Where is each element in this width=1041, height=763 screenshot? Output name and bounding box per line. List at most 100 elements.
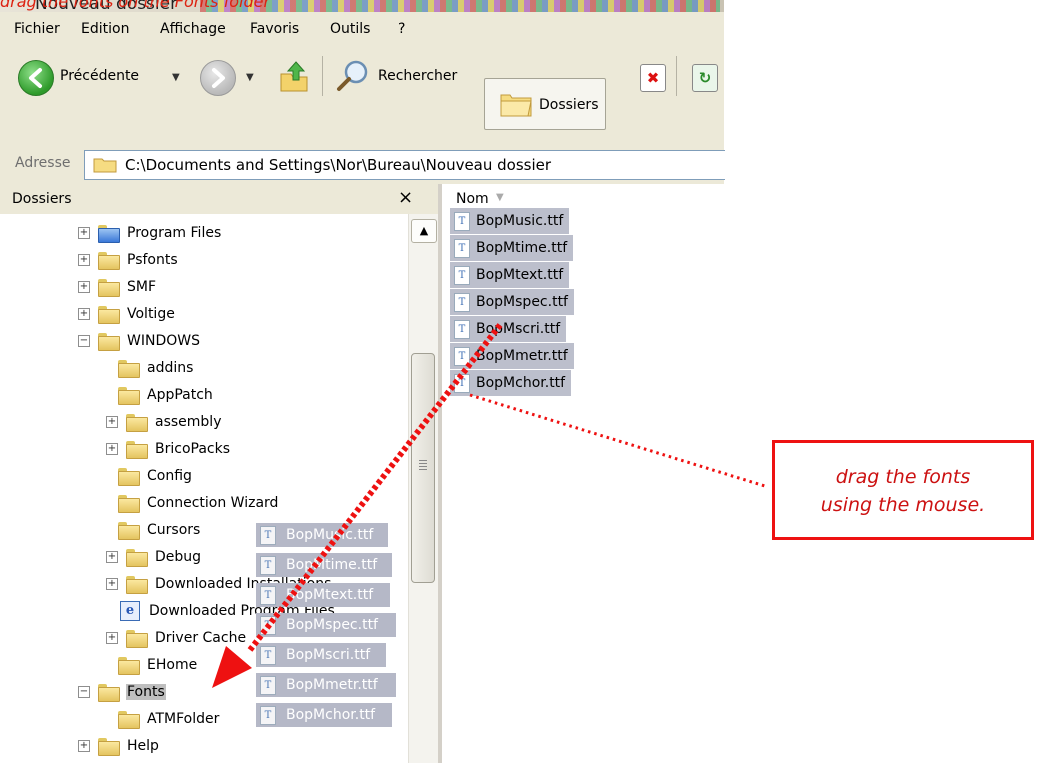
tree-item-label: Debug [155, 549, 202, 565]
tree-row[interactable]: + Voltige [78, 301, 176, 327]
folder-icon [98, 306, 120, 324]
address-label: Adresse [15, 155, 71, 171]
tree-item-label: EHome [147, 657, 198, 673]
folder-icon [126, 414, 148, 432]
tree-row[interactable]: + Psfonts [78, 247, 179, 273]
file-name: BopMspec.ttf [476, 294, 568, 310]
expand-icon[interactable]: + [78, 254, 90, 266]
file-row[interactable]: T BopMchor.ttf [450, 370, 572, 396]
menu-favoris[interactable]: Favoris [250, 21, 299, 37]
menu-fichier[interactable]: Fichier [14, 21, 60, 37]
tree-item-label: Help [127, 738, 159, 754]
folder-icon [126, 441, 148, 459]
ttf-font-icon: T [260, 555, 276, 575]
delete-icon[interactable]: ✖ [640, 64, 666, 92]
menu-outils[interactable]: Outils [330, 21, 370, 37]
folder-icon [98, 684, 120, 702]
collapse-icon[interactable]: − [78, 686, 90, 698]
search-button[interactable]: Rechercher [378, 68, 457, 84]
scroll-up-icon[interactable]: ▲ [411, 219, 437, 243]
menu-affichage[interactable]: Affichage [160, 21, 226, 37]
tree-row[interactable]: + Program Files [78, 220, 222, 246]
back-arrow-icon[interactable] [18, 60, 54, 96]
file-name: BopMtext.ttf [476, 267, 564, 283]
expand-icon[interactable]: + [78, 227, 90, 239]
file-name: BopMscri.ttf [476, 321, 561, 337]
tree-scrollbar[interactable]: ▲ [408, 214, 439, 763]
tree-row[interactable]: + Driver Cache [106, 625, 247, 651]
tree-row[interactable]: addins [118, 355, 194, 381]
tree-item-label: Connection Wizard [147, 495, 279, 511]
tree-row[interactable]: − Fonts [78, 679, 166, 705]
menu-edition[interactable]: Edition [81, 21, 129, 37]
refresh-icon[interactable]: ↻ [692, 64, 718, 92]
tree-row[interactable]: + SMF [78, 274, 157, 300]
tree-item-label: Psfonts [127, 252, 178, 268]
close-icon[interactable]: × [398, 187, 413, 208]
column-name-header[interactable]: Nom [456, 191, 489, 207]
folder-icon [118, 387, 140, 405]
menu-help[interactable]: ? [398, 21, 405, 37]
folder-icon [126, 576, 148, 594]
folder-icon [98, 279, 120, 297]
tree-row[interactable]: Cursors [118, 517, 201, 543]
back-button[interactable]: Précédente [60, 68, 139, 84]
expand-icon[interactable]: + [106, 578, 118, 590]
folder-icon [118, 522, 140, 540]
tree-row[interactable]: Config [118, 463, 193, 489]
tree-row[interactable]: + Help [78, 733, 160, 759]
back-dropdown-icon[interactable]: ▼ [172, 72, 180, 83]
file-row[interactable]: T BopMtime.ttf [450, 235, 574, 261]
ttf-font-icon: T [260, 525, 276, 545]
ghost-file-row: T BopMchor.ttf [256, 703, 392, 727]
folder-icon [118, 495, 140, 513]
expand-icon[interactable]: + [78, 308, 90, 320]
forward-dropdown-icon[interactable]: ▼ [246, 72, 254, 83]
file-row[interactable]: T BopMtext.ttf [450, 262, 570, 288]
ttf-font-icon: T [260, 615, 276, 635]
tree-row[interactable]: − WINDOWS [78, 328, 201, 354]
ghost-file-name: BopMscri.ttf [286, 647, 371, 663]
tree-item-label: assembly [155, 414, 222, 430]
folder-icon [98, 738, 120, 756]
forward-arrow-icon[interactable] [200, 60, 236, 96]
file-row[interactable]: T BopMusic.ttf [450, 208, 570, 234]
expand-icon[interactable]: + [106, 632, 118, 644]
folder-icon [126, 630, 148, 648]
file-name: BopMmetr.ttf [476, 348, 568, 364]
folder-up-icon[interactable] [278, 58, 310, 94]
tree-row[interactable]: + assembly [106, 409, 222, 435]
address-path: C:\Documents and Settings\Nor\Bureau\Nou… [125, 156, 552, 174]
ghost-file-row: T BopMtime.ttf [256, 553, 392, 577]
folder-icon [98, 252, 120, 270]
expand-icon[interactable]: + [106, 443, 118, 455]
collapse-icon[interactable]: − [78, 335, 90, 347]
ghost-file-name: BopMtext.ttf [286, 587, 374, 603]
address-field[interactable]: C:\Documents and Settings\Nor\Bureau\Nou… [84, 150, 725, 180]
tree-row[interactable]: + BricoPacks [106, 436, 231, 462]
file-row[interactable]: T BopMscri.ttf [450, 316, 567, 342]
scroll-thumb[interactable] [411, 353, 435, 583]
file-row[interactable]: T BopMspec.ttf [450, 289, 574, 315]
expand-icon[interactable]: + [78, 740, 90, 752]
expand-icon[interactable]: + [78, 281, 90, 293]
tree-item-label: Config [147, 468, 192, 484]
expand-icon[interactable]: + [106, 551, 118, 563]
ghost-file-name: BopMchor.ttf [286, 707, 376, 723]
grip-icon [419, 460, 427, 470]
expand-icon[interactable]: + [106, 416, 118, 428]
tree-row[interactable]: EHome [118, 652, 198, 678]
tree-row[interactable]: AppPatch [118, 382, 214, 408]
ttf-font-icon: T [454, 211, 470, 231]
ghost-file-name: BopMtime.ttf [286, 557, 378, 573]
annotation-box: drag the fonts using the mouse. [772, 440, 1034, 540]
tree-row[interactable]: ATMFolder [118, 706, 220, 732]
file-row[interactable]: T BopMmetr.ttf [450, 343, 574, 369]
folders-button[interactable]: Dossiers [484, 78, 606, 130]
search-icon[interactable] [334, 58, 374, 94]
folder-icon [98, 333, 120, 351]
tree-row[interactable]: + Debug [106, 544, 202, 570]
ttf-font-icon: T [260, 705, 276, 725]
tree-item-label: ATMFolder [147, 711, 220, 727]
tree-row[interactable]: Connection Wizard [118, 490, 279, 516]
